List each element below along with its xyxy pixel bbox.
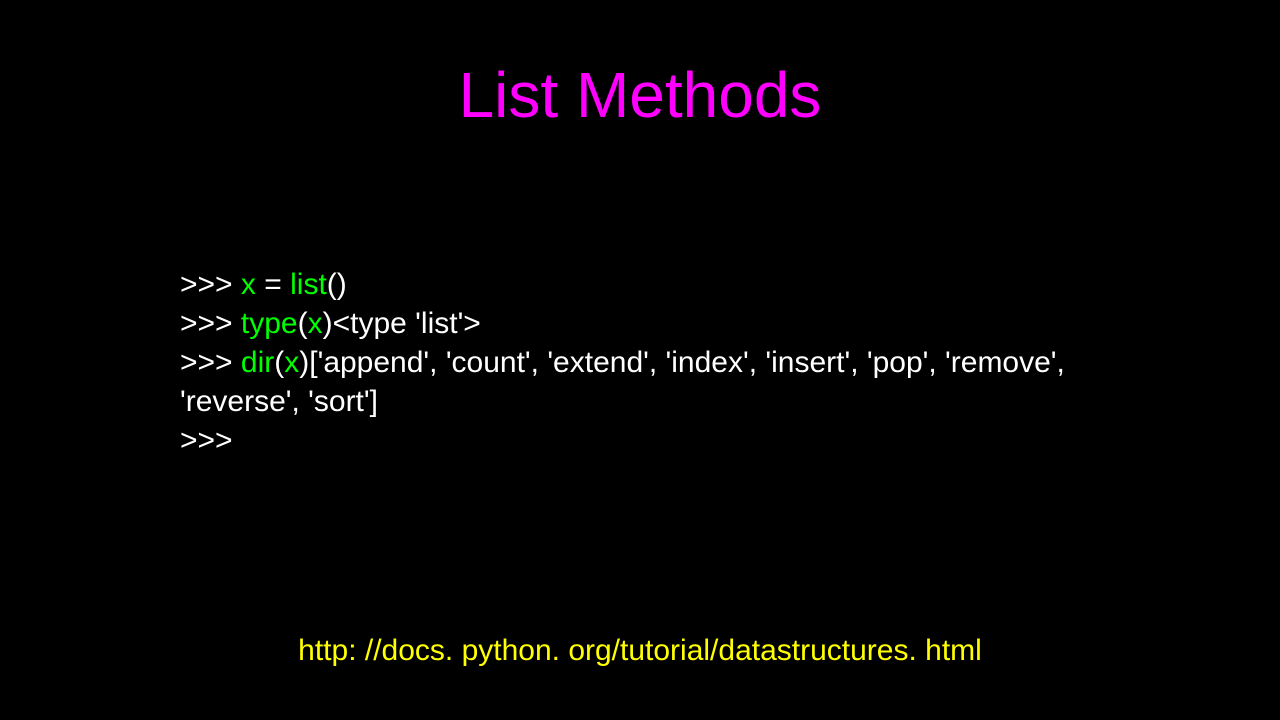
prompt: >>> <box>180 268 241 301</box>
lparen: ( <box>298 307 308 340</box>
function-list: list <box>290 268 327 301</box>
prompt: >>> <box>180 307 241 340</box>
footer-link: http: //docs. python. org/tutorial/datas… <box>0 634 1280 668</box>
slide: List Methods >>> x = list() >>> type(x)<… <box>0 0 1280 720</box>
equals-sign: = <box>256 268 290 301</box>
prompt: >>> <box>180 424 233 457</box>
output-type: <type 'list'> <box>333 307 481 340</box>
rparen: ) <box>299 346 309 379</box>
code-line-2: >>> type(x)<type 'list'> <box>180 304 1180 343</box>
arg-x: x <box>284 346 299 379</box>
code-line-4: >>> <box>180 421 1180 460</box>
lparen: ( <box>274 346 284 379</box>
prompt: >>> <box>180 346 241 379</box>
code-line-1: >>> x = list() <box>180 265 1180 304</box>
arg-x: x <box>308 307 323 340</box>
output-dir: ['append', 'count', 'extend', 'index', '… <box>180 346 1065 418</box>
slide-title: List Methods <box>0 0 1280 132</box>
variable-x: x <box>241 268 256 301</box>
function-type: type <box>241 307 298 340</box>
function-dir: dir <box>241 346 274 379</box>
parens: () <box>327 268 347 301</box>
rparen: ) <box>323 307 333 340</box>
code-block: >>> x = list() >>> type(x)<type 'list'> … <box>180 265 1180 460</box>
code-line-3: >>> dir(x)['append', 'count', 'extend', … <box>180 343 1180 421</box>
